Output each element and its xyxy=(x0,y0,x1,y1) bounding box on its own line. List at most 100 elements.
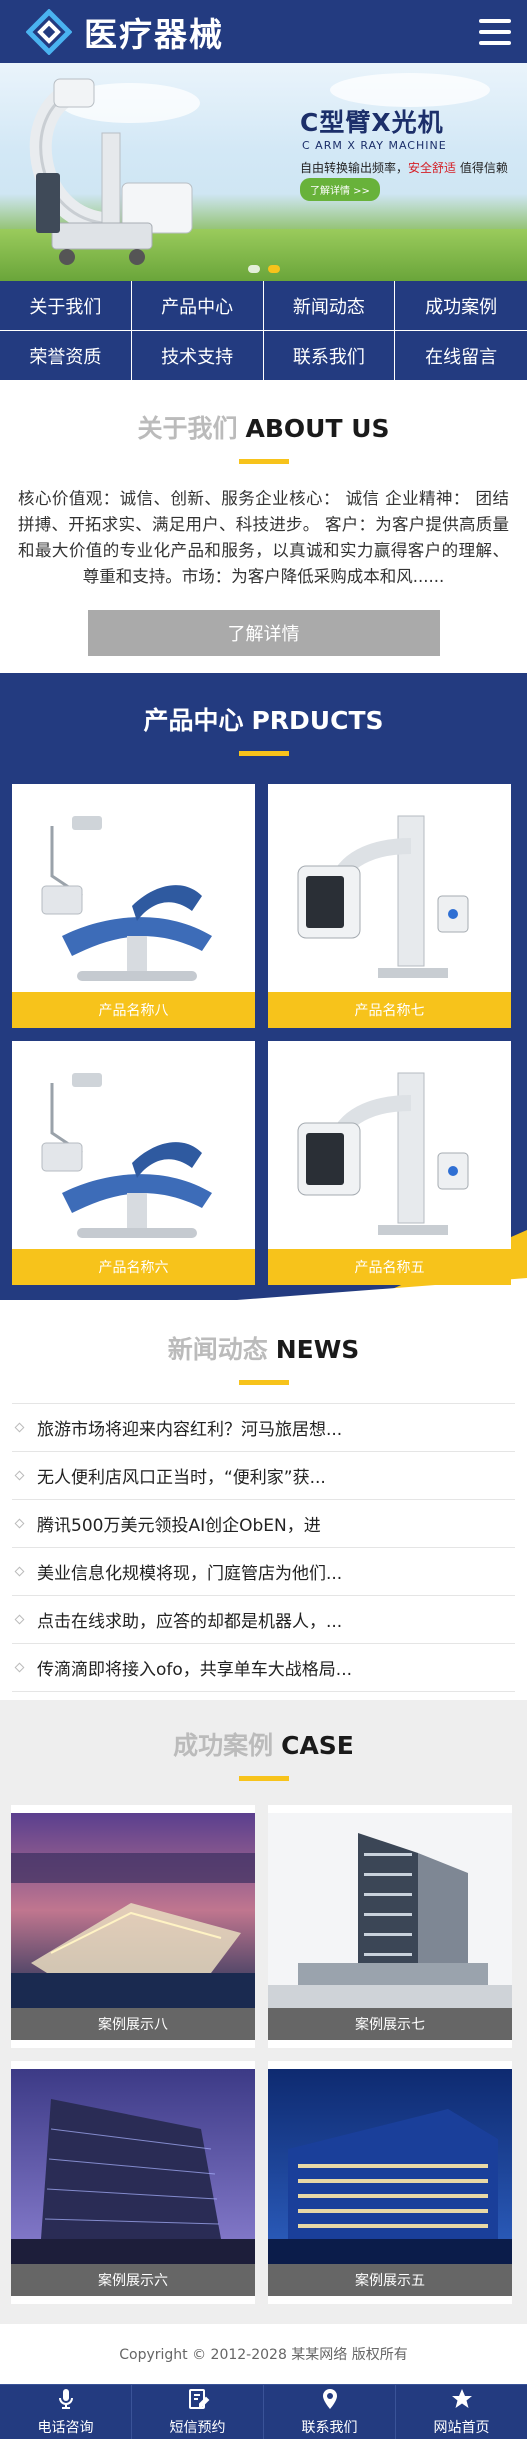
product-image[interactable] xyxy=(268,1041,511,1249)
news-item-title[interactable]: 美业信息化规模将现，门庭管店为他们... xyxy=(37,1559,342,1584)
header: 医疗器械 xyxy=(0,0,527,63)
nav-item[interactable]: 在线留言 xyxy=(395,331,527,381)
bottom-bar-item[interactable]: 联系我们 xyxy=(264,2385,396,2439)
modern-building-image xyxy=(11,2069,255,2264)
products-title: 产品中心 PRDUCTS xyxy=(143,706,384,735)
about-title: 关于我们 ABOUT US xyxy=(137,414,390,443)
case-image[interactable] xyxy=(268,1813,512,2008)
banner-slider[interactable]: C型臂X光机 C ARM X RAY MACHINE 自由转换输出频率，安全舒适… xyxy=(0,63,527,281)
night-waterfront-image xyxy=(11,1813,255,2008)
product-card[interactable]: 产品名称五 xyxy=(268,1041,511,1285)
product-grid: 产品名称八 产品名称七产品名称六 产品名称五 xyxy=(0,756,527,1285)
product-card[interactable]: 产品名称七 xyxy=(268,784,511,1028)
diamond-bullet-icon xyxy=(14,1566,25,1577)
case-card[interactable]: 案例展示七 xyxy=(268,1805,512,2048)
slider-dots xyxy=(248,265,280,273)
dental-chair-image xyxy=(41,816,212,981)
news-item-title[interactable]: 腾讯500万美元领投AI创企ObEN，进 xyxy=(37,1511,321,1536)
news-item-title[interactable]: 传滴滴即将接入ofo，共享单车大战格局... xyxy=(37,1655,352,1680)
news-item[interactable]: 传滴滴即将接入ofo，共享单车大战格局... xyxy=(12,1644,515,1692)
news-item[interactable]: 旅游市场将迎来内容红利？河马旅居想... xyxy=(12,1404,515,1452)
nav-item[interactable]: 关于我们 xyxy=(0,281,132,331)
banner-subtitle: C ARM X RAY MACHINE xyxy=(302,139,447,152)
product-card[interactable]: 产品名称六 xyxy=(12,1041,255,1285)
case-name[interactable]: 案例展示七 xyxy=(268,2008,512,2040)
case-card[interactable]: 案例展示八 xyxy=(11,1805,255,2048)
diamond-logo-icon xyxy=(26,8,72,55)
bottom-toolbar: 电话咨询 短信预约 联系我们 网站首页 xyxy=(0,2384,527,2439)
banner-description: 自由转换输出频率，安全舒适 值得信赖 xyxy=(300,161,508,175)
xray-stand-image xyxy=(297,1072,469,1235)
logo[interactable]: 医疗器械 xyxy=(26,8,224,56)
product-name[interactable]: 产品名称七 xyxy=(268,992,511,1028)
nav-item[interactable]: 荣誉资质 xyxy=(0,331,132,381)
news-item-title[interactable]: 点击在线求助，应答的却都是机器人，... xyxy=(37,1607,342,1632)
bottom-bar-item[interactable]: 电话咨询 xyxy=(0,2385,132,2439)
banner-detail-button[interactable]: 了解详情 >> xyxy=(300,178,380,201)
slider-dot-active[interactable] xyxy=(268,265,280,273)
dental-chair-image xyxy=(41,1073,212,1238)
news-item[interactable]: 美业信息化规模将现，门庭管店为他们... xyxy=(12,1548,515,1596)
lit-office-image xyxy=(268,2069,512,2264)
hamburger-menu-icon[interactable] xyxy=(479,18,511,45)
cases-section: 成功案例 CASE 案例展示八 案例展示七案例展示六 案例展示五 xyxy=(0,1700,527,2324)
diamond-bullet-icon xyxy=(14,1422,25,1433)
news-item[interactable]: 无人便利店风口正当时，“便利家”获... xyxy=(12,1452,515,1500)
product-image[interactable] xyxy=(12,1041,255,1249)
case-image[interactable] xyxy=(11,1813,255,2008)
office-tower-image xyxy=(268,1813,512,2008)
product-card[interactable]: 产品名称八 xyxy=(12,784,255,1028)
about-more-button[interactable]: 了解详情 xyxy=(87,610,440,656)
news-item[interactable]: 腾讯500万美元领投AI创企ObEN，进 xyxy=(12,1500,515,1548)
location-pin-icon xyxy=(318,2387,342,2417)
case-image[interactable] xyxy=(11,2069,255,2264)
news-item-title[interactable]: 无人便利店风口正当时，“便利家”获... xyxy=(37,1463,326,1488)
diamond-bullet-icon xyxy=(14,1662,25,1673)
nav-item[interactable]: 成功案例 xyxy=(395,281,527,331)
diamond-bullet-icon xyxy=(14,1518,25,1529)
star-icon xyxy=(450,2387,474,2417)
bottom-bar-item[interactable]: 短信预约 xyxy=(132,2385,264,2439)
cases-title: 成功案例 CASE xyxy=(173,1731,354,1760)
case-card[interactable]: 案例展示五 xyxy=(268,2061,512,2304)
nav-item[interactable]: 产品中心 xyxy=(131,281,264,331)
products-section: 产品中心 PRDUCTS 产品名称八 产品名称七产品名称六 产品名称五 xyxy=(0,673,527,1300)
title-underline xyxy=(238,1380,289,1385)
product-name[interactable]: 产品名称六 xyxy=(12,1249,255,1285)
case-image[interactable] xyxy=(268,2069,512,2264)
case-card[interactable]: 案例展示六 xyxy=(11,2061,255,2304)
nav-item[interactable]: 联系我们 xyxy=(263,331,396,381)
about-section: 关于我们 ABOUT US 核心价值观：诚信、创新、服务企业核心： 诚信 企业精神… xyxy=(0,381,527,673)
nav-item[interactable]: 技术支持 xyxy=(131,331,264,381)
slider-dot[interactable] xyxy=(248,265,260,273)
edit-icon xyxy=(186,2387,210,2417)
diamond-bullet-icon xyxy=(14,1614,25,1625)
case-name[interactable]: 案例展示六 xyxy=(11,2264,255,2296)
product-name[interactable]: 产品名称八 xyxy=(12,992,255,1028)
product-image[interactable] xyxy=(268,784,511,992)
bottom-bar-label: 短信预约 xyxy=(169,2420,226,2436)
c-arm-machine-image xyxy=(29,78,193,265)
banner-title: C型臂X光机 xyxy=(300,108,444,137)
diamond-bullet-icon xyxy=(14,1470,25,1481)
news-title: 新闻动态 NEWS xyxy=(167,1335,360,1364)
logo-text: 医疗器械 xyxy=(84,14,224,54)
footer-copyright: Copyright © 2012-2028 某某网络 版权所有 xyxy=(119,2347,408,2363)
bottom-bar-label: 联系我们 xyxy=(301,2420,358,2436)
nav-item[interactable]: 新闻动态 xyxy=(263,281,396,331)
news-item-title[interactable]: 旅游市场将迎来内容红利？河马旅居想... xyxy=(37,1415,342,1440)
product-name[interactable]: 产品名称五 xyxy=(268,1249,511,1285)
case-grid: 案例展示八 案例展示七案例展示六 案例展示五 xyxy=(0,1781,527,2304)
case-name[interactable]: 案例展示五 xyxy=(268,2264,512,2296)
bottom-bar-item[interactable]: 网站首页 xyxy=(396,2385,527,2439)
product-image[interactable] xyxy=(12,784,255,992)
xray-stand-image xyxy=(297,815,469,978)
case-name[interactable]: 案例展示八 xyxy=(11,2008,255,2040)
bottom-bar-label: 电话咨询 xyxy=(37,2420,94,2436)
main-nav: 关于我们 产品中心 新闻动态 成功案例荣誉资质 技术支持 联系我们 在线留言 xyxy=(0,281,527,381)
news-item[interactable]: 点击在线求助，应答的却都是机器人，... xyxy=(12,1596,515,1644)
news-list: 旅游市场将迎来内容红利？河马旅居想... 无人便利店风口正当时，“便利家”获...… xyxy=(12,1403,515,1692)
microphone-icon xyxy=(54,2387,78,2417)
news-section: 新闻动态 NEWS 旅游市场将迎来内容红利？河马旅居想... 无人便利店风口正当时，… xyxy=(0,1300,527,1700)
bottom-bar-label: 网站首页 xyxy=(433,2420,490,2436)
